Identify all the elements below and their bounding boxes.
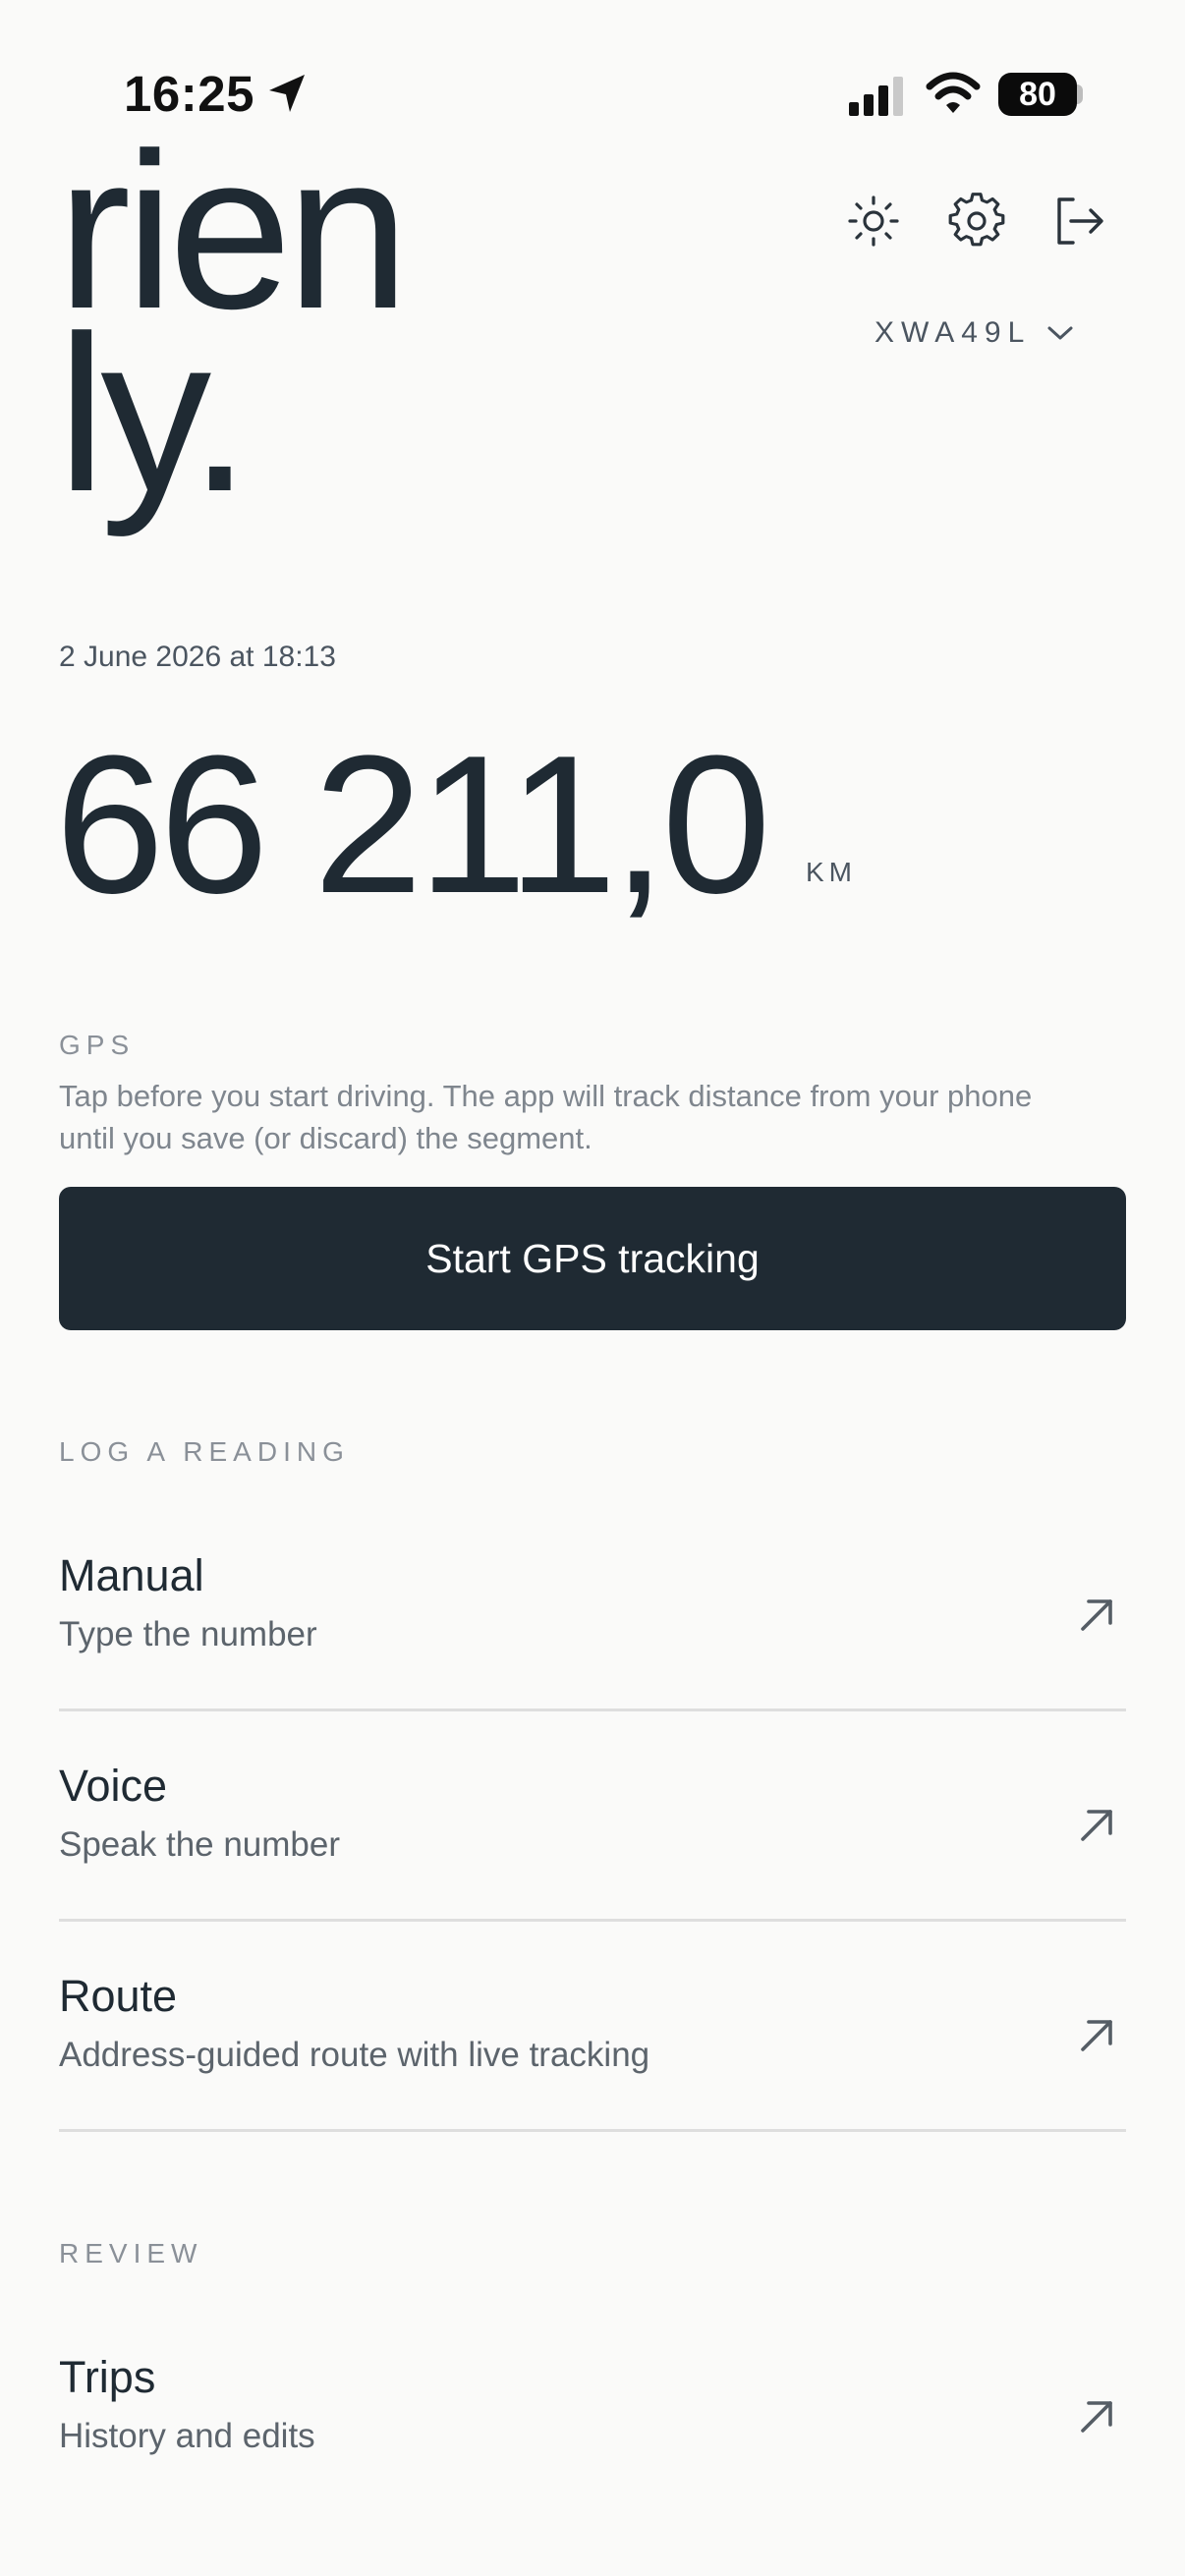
log-item-title: Manual (59, 1550, 204, 1600)
log-item-title: Route (59, 1971, 178, 2021)
brand-logo: rien ly. (57, 120, 568, 525)
last-reading-timestamp: 2 June 2026 at 18:13 (59, 641, 336, 673)
gps-description: Tap before you start driving. The app wi… (59, 1079, 1033, 1155)
arrow-up-right-icon (1081, 1599, 1112, 1631)
odometer-value: 66 211,0 (55, 715, 771, 934)
logout-icon[interactable] (1049, 192, 1108, 251)
log-item-subtitle: Type the number (59, 1615, 317, 1653)
review-item-subtitle: History and edits (59, 2417, 315, 2455)
arrow-up-right-icon (1081, 2020, 1112, 2051)
battery-level: 80 (1019, 75, 1056, 113)
gear-icon[interactable] (947, 192, 1006, 251)
log-item-subtitle: Speak the number (59, 1825, 341, 1864)
vehicle-selector[interactable]: XWA49L (875, 316, 1031, 350)
wifi-icon (926, 72, 981, 113)
divider (59, 1919, 1126, 1922)
log-reading-section-label: LOG A READING (59, 1436, 350, 1467)
review-item-title: Trips (59, 2352, 156, 2402)
sun-icon[interactable] (844, 192, 903, 251)
review-section-label: REVIEW (59, 2238, 203, 2268)
odometer-unit: KM (806, 857, 857, 887)
arrow-up-right-icon (1081, 2401, 1112, 2433)
divider (59, 1708, 1126, 1711)
battery-indicator: 80 (998, 73, 1077, 116)
chevron-down-icon[interactable] (1044, 320, 1077, 346)
log-item-subtitle: Address-guided route with live tracking (59, 2036, 650, 2074)
review-item-trips[interactable]: Trips History and edits (59, 2352, 1126, 2560)
cellular-signal-icon (849, 77, 903, 116)
log-item-manual[interactable]: Manual Type the number (59, 1550, 1126, 1759)
start-gps-tracking-button[interactable]: Start GPS tracking (59, 1187, 1126, 1330)
gps-section-label: GPS (59, 1030, 136, 1060)
log-item-title: Voice (59, 1761, 168, 1811)
log-item-route[interactable]: Route Address-guided route with live tra… (59, 1971, 1126, 2179)
divider (59, 2129, 1126, 2132)
log-item-voice[interactable]: Voice Speak the number (59, 1761, 1126, 1969)
arrow-up-right-icon (1081, 1810, 1112, 1841)
